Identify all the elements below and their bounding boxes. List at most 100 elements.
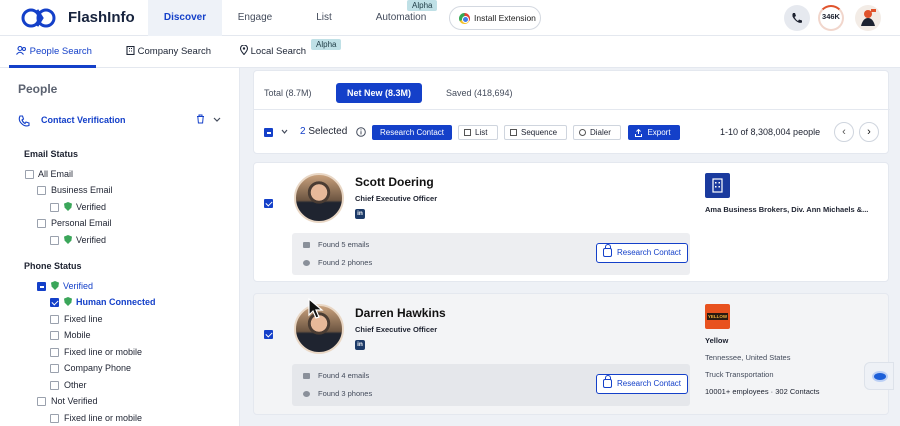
trash-icon[interactable] bbox=[196, 114, 205, 124]
research-contact-label: Research Contact bbox=[617, 379, 682, 388]
phone-icon bbox=[303, 391, 310, 397]
tab-net-new[interactable]: Net New (8.3M) bbox=[336, 83, 422, 103]
company-name[interactable]: Ama Business Brokers, Div. Ann Michaels … bbox=[705, 205, 880, 214]
sequence-button[interactable]: Sequence bbox=[504, 125, 567, 140]
local-search-alpha-badge: Alpha bbox=[311, 39, 342, 50]
research-contact-button[interactable]: Research Contact bbox=[596, 374, 688, 394]
nav-tab-engage[interactable]: Engage bbox=[226, 0, 284, 36]
company-industry: Truck Transportation bbox=[705, 370, 774, 379]
contact-card[interactable]: Scott Doering Chief Executive Officer in… bbox=[253, 162, 889, 282]
prev-page-button[interactable]: ‹ bbox=[834, 122, 854, 142]
select-all-checkbox[interactable] bbox=[264, 128, 273, 137]
filter-sidebar: People Contact Verification Email Status… bbox=[0, 68, 240, 426]
other-checkbox[interactable] bbox=[50, 381, 59, 390]
dialer-button[interactable]: Dialer bbox=[573, 125, 621, 140]
nv-fixed-or-mobile-checkbox[interactable] bbox=[50, 414, 59, 423]
next-page-button[interactable]: › bbox=[859, 122, 879, 142]
tab-people-search[interactable]: People Search bbox=[16, 36, 92, 68]
pagination-text: 1-10 of 8,308,004 people bbox=[720, 127, 821, 137]
selected-count: 2 bbox=[300, 126, 306, 137]
business-verified-label: Verified bbox=[76, 202, 107, 212]
app-name: FlashInfo bbox=[68, 9, 135, 26]
flashinfo-logo-icon[interactable] bbox=[20, 6, 60, 30]
people-icon bbox=[16, 45, 26, 55]
personal-verified-checkbox[interactable] bbox=[50, 236, 59, 245]
company-name[interactable]: Yellow bbox=[705, 336, 728, 345]
avatar[interactable] bbox=[855, 5, 881, 31]
linkedin-icon[interactable]: in bbox=[355, 340, 365, 350]
chevron-down-icon[interactable] bbox=[281, 129, 288, 135]
shield-icon bbox=[51, 281, 59, 290]
install-extension-button[interactable]: Install Extension bbox=[449, 6, 541, 30]
selected-label: Selected bbox=[308, 126, 348, 137]
research-contact-button[interactable]: Research Contact bbox=[596, 243, 688, 263]
dialer-icon bbox=[579, 129, 586, 136]
found-phones: Found 3 phones bbox=[318, 389, 373, 398]
dialer-button-label: Dialer bbox=[590, 128, 611, 137]
human-connected-label: Human Connected bbox=[76, 297, 156, 307]
list-button[interactable]: List bbox=[458, 125, 498, 140]
tab-total[interactable]: Total (8.7M) bbox=[264, 83, 312, 103]
chevron-down-icon[interactable] bbox=[213, 117, 221, 123]
business-email-checkbox[interactable] bbox=[37, 186, 46, 195]
human-connected-checkbox[interactable] bbox=[50, 298, 59, 307]
tab-local-search-label: Local Search bbox=[250, 46, 307, 57]
contact-data-summary: Found 4 emails Found 3 phones Research C… bbox=[292, 364, 690, 406]
tab-saved[interactable]: Saved (418,694) bbox=[446, 83, 513, 103]
all-email-checkbox[interactable] bbox=[25, 170, 34, 179]
contact-checkbox[interactable] bbox=[264, 199, 273, 208]
business-verified-checkbox[interactable] bbox=[50, 203, 59, 212]
company-logo-text: YELLOW bbox=[707, 313, 728, 320]
linkedin-icon[interactable]: in bbox=[355, 209, 365, 219]
company-logo[interactable] bbox=[705, 173, 730, 198]
phone-verified-row: Verified bbox=[51, 279, 93, 293]
chevron-left-icon: ‹ bbox=[842, 126, 846, 138]
credits-indicator[interactable]: 346K bbox=[818, 5, 844, 31]
phone-button[interactable] bbox=[784, 5, 810, 31]
company-phone-label: Company Phone bbox=[64, 363, 132, 373]
nav-tab-discover[interactable]: Discover bbox=[148, 0, 222, 36]
sidebar-title: People bbox=[18, 82, 58, 96]
assistant-icon bbox=[872, 371, 888, 382]
nv-fixed-or-mobile-label: Fixed line or mobile bbox=[64, 413, 143, 423]
personal-email-checkbox[interactable] bbox=[37, 219, 46, 228]
fixed-line-label: Fixed line bbox=[64, 314, 103, 324]
business-email-label: Business Email bbox=[51, 185, 113, 195]
contact-data-summary: Found 5 emails Found 2 phones Research C… bbox=[292, 233, 690, 275]
contact-card[interactable]: Darren Hawkins Chief Executive Officer i… bbox=[253, 293, 889, 415]
shield-icon bbox=[64, 297, 72, 306]
company-location: Tennessee, United States bbox=[705, 353, 791, 362]
mouse-cursor-icon bbox=[308, 298, 324, 319]
company-logo[interactable]: YELLOW bbox=[705, 304, 730, 329]
contact-name[interactable]: Darren Hawkins bbox=[355, 306, 446, 320]
phone-verified-checkbox[interactable] bbox=[37, 282, 46, 291]
business-verified-row: Verified bbox=[64, 200, 106, 214]
research-contact-button[interactable]: Research Contact bbox=[372, 125, 452, 140]
fixed-line-checkbox[interactable] bbox=[50, 315, 59, 324]
fixed-or-mobile-checkbox[interactable] bbox=[50, 348, 59, 357]
header-divider bbox=[254, 109, 890, 110]
tab-company-search[interactable]: Company Search bbox=[126, 36, 211, 68]
top-navbar: FlashInfo Discover Engage List Automatio… bbox=[0, 0, 900, 36]
nav-tab-list[interactable]: List bbox=[300, 0, 348, 36]
phone-icon bbox=[303, 260, 310, 266]
shield-icon bbox=[64, 202, 72, 211]
contact-title: Chief Executive Officer bbox=[355, 194, 438, 203]
shield-icon bbox=[64, 235, 72, 244]
export-button[interactable]: Export bbox=[628, 125, 680, 140]
not-verified-checkbox[interactable] bbox=[37, 397, 46, 406]
contact-verification-section[interactable]: Contact Verification bbox=[41, 113, 126, 127]
company-phone-checkbox[interactable] bbox=[50, 364, 59, 373]
mobile-checkbox[interactable] bbox=[50, 331, 59, 340]
contact-checkbox[interactable] bbox=[264, 330, 273, 339]
sequence-icon bbox=[510, 129, 517, 136]
other-label: Other bbox=[64, 380, 87, 390]
floating-assistant-button[interactable] bbox=[864, 362, 894, 390]
info-icon[interactable] bbox=[356, 127, 366, 137]
contact-name[interactable]: Scott Doering bbox=[355, 175, 434, 189]
tab-local-search[interactable]: Local Search bbox=[239, 36, 307, 68]
building-icon bbox=[126, 45, 135, 56]
chevron-right-icon: › bbox=[867, 126, 871, 138]
credits-count: 346K bbox=[822, 12, 840, 21]
export-icon bbox=[635, 129, 642, 137]
